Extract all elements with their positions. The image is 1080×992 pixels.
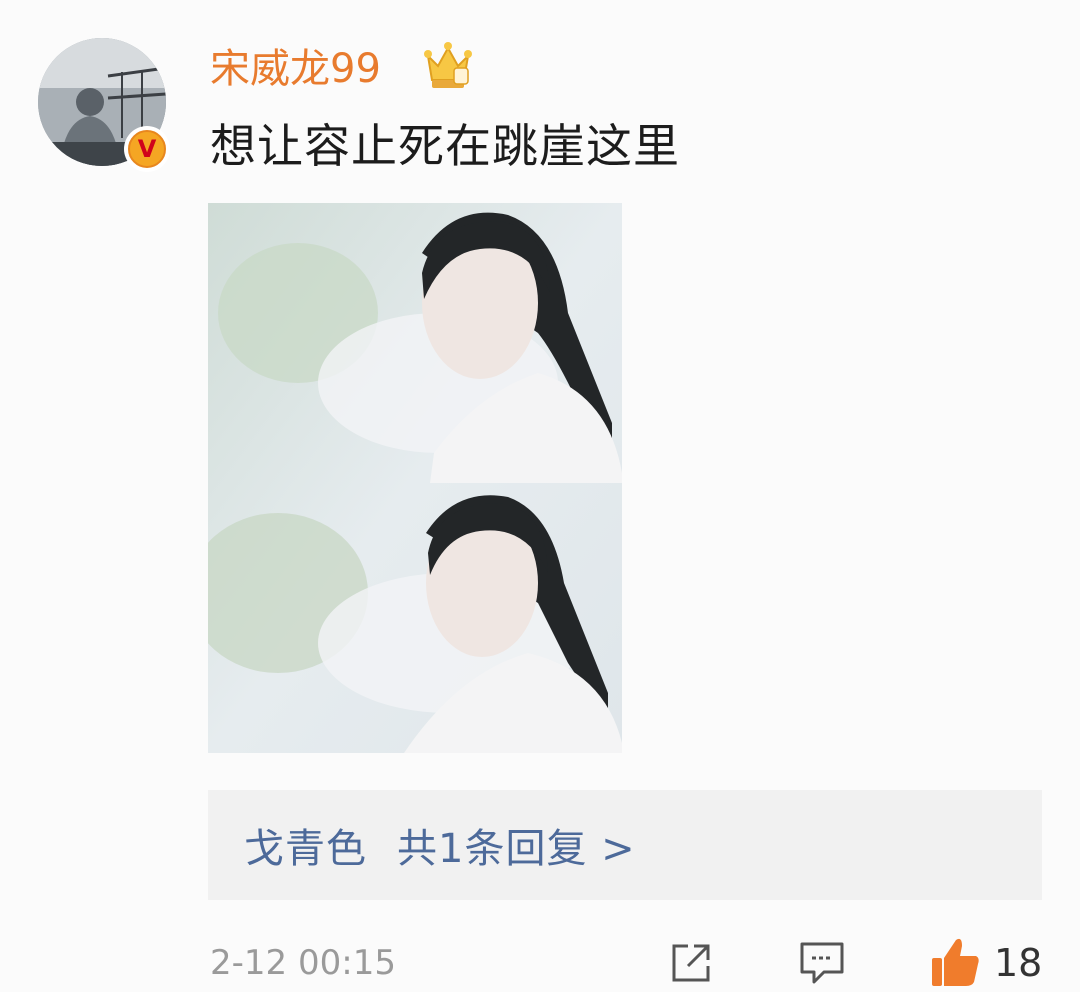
comment-text: 想让容止死在跳崖这里 — [210, 119, 680, 173]
reply-preview[interactable]: 戈青色 共1条回复 > — [208, 790, 1042, 900]
reply-count-link[interactable]: 共1条回复 > — [397, 826, 636, 872]
reply-summary-link[interactable]: 戈青色 共1条回复 > — [244, 816, 636, 874]
comment-username[interactable]: 宋威龙99 — [210, 42, 381, 96]
verified-badge: V — [124, 126, 170, 172]
comment-timestamp: 2-12 00:15 — [210, 943, 396, 983]
comment-image[interactable] — [208, 203, 622, 753]
share-icon[interactable] — [668, 940, 714, 986]
comment-icon[interactable] — [798, 938, 846, 986]
thumbs-up-icon[interactable] — [928, 934, 982, 988]
verified-v-icon: V — [128, 130, 166, 168]
crown-icon — [424, 40, 472, 90]
like-count: 18 — [994, 941, 1043, 985]
reply-author[interactable]: 戈青色 — [244, 826, 367, 872]
